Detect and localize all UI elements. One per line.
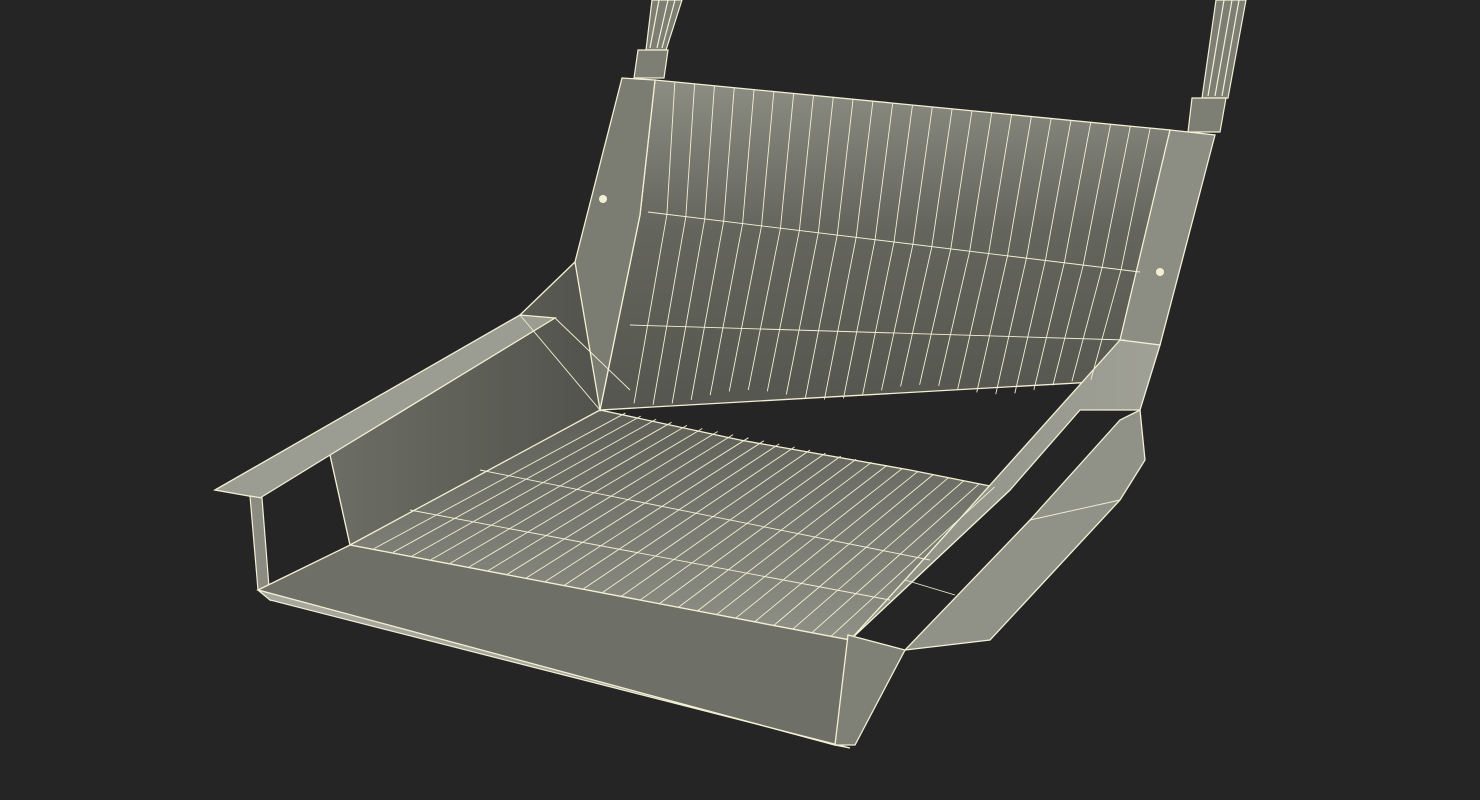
right-rope	[1187, 0, 1247, 133]
swing-seat-render	[213, 0, 1247, 749]
left-rope	[633, 0, 683, 79]
seat-backrest	[599, 79, 1171, 411]
bolt-icon	[1156, 268, 1164, 276]
bolt-icon	[599, 195, 607, 203]
mesh-line	[904, 579, 956, 596]
render-viewport	[0, 0, 1480, 800]
